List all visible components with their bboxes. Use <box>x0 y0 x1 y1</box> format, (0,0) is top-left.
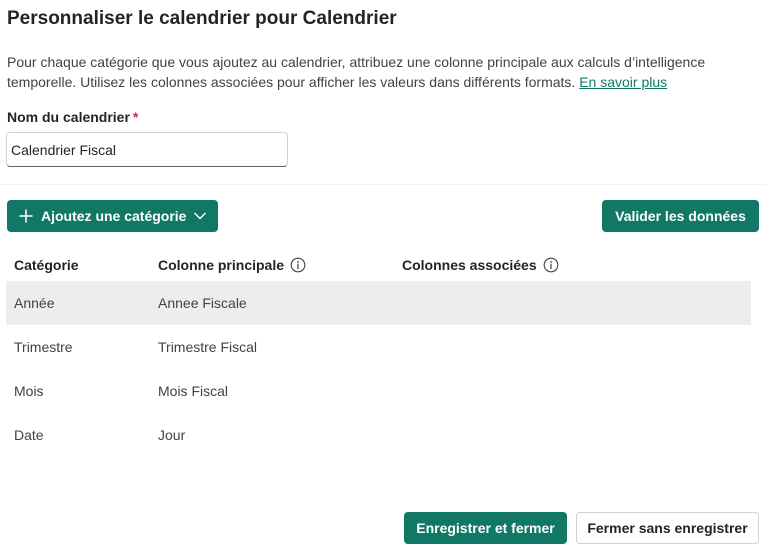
calendar-name-input[interactable] <box>6 132 288 167</box>
add-category-button[interactable]: Ajoutez une catégorie <box>7 200 218 232</box>
close-without-saving-button[interactable]: Fermer sans enregistrer <box>576 512 759 544</box>
calendar-name-label-text: Nom du calendrier <box>7 109 130 125</box>
section-divider <box>0 184 766 185</box>
category-cell: Trimestre <box>14 339 73 355</box>
main-column-cell: Mois Fiscal <box>158 383 229 399</box>
info-icon[interactable] <box>543 257 559 273</box>
table-row[interactable]: Mois Mois Fiscal <box>6 369 751 413</box>
main-column-cell: Annee Fiscale <box>158 295 247 311</box>
validate-data-button[interactable]: Valider les données <box>602 200 759 232</box>
table-row[interactable]: Trimestre Trimestre Fiscal <box>6 325 751 369</box>
table-row[interactable]: Année Annee Fiscale <box>6 281 751 325</box>
chevron-down-icon <box>194 212 207 220</box>
category-cell: Année <box>14 295 55 311</box>
column-header-main-column-label: Colonne principale <box>158 257 285 273</box>
save-and-close-button[interactable]: Enregistrer et fermer <box>404 512 567 544</box>
table-row[interactable]: Date Jour <box>6 413 751 457</box>
main-column-cell: Jour <box>158 427 186 443</box>
add-category-label: Ajoutez une catégorie <box>41 208 187 224</box>
plus-icon <box>19 209 33 223</box>
column-header-associated-columns-label: Colonnes associées <box>402 257 537 273</box>
column-header-associated-columns: Colonnes associées <box>402 257 559 273</box>
category-cell: Mois <box>14 383 44 399</box>
column-header-category: Catégorie <box>14 257 79 273</box>
column-header-category-label: Catégorie <box>14 257 79 273</box>
learn-more-link[interactable]: En savoir plus <box>579 74 667 90</box>
main-column-cell: Trimestre Fiscal <box>158 339 258 355</box>
column-header-main-column: Colonne principale <box>158 257 306 273</box>
calendar-name-label: Nom du calendrier * <box>7 109 138 125</box>
category-cell: Date <box>14 427 44 443</box>
dialog-title: Personnaliser le calendrier pour Calendr… <box>7 8 397 29</box>
dialog-description: Pour chaque catégorie que vous ajoutez a… <box>7 52 747 92</box>
required-marker: * <box>132 109 139 125</box>
info-icon[interactable] <box>290 257 306 273</box>
